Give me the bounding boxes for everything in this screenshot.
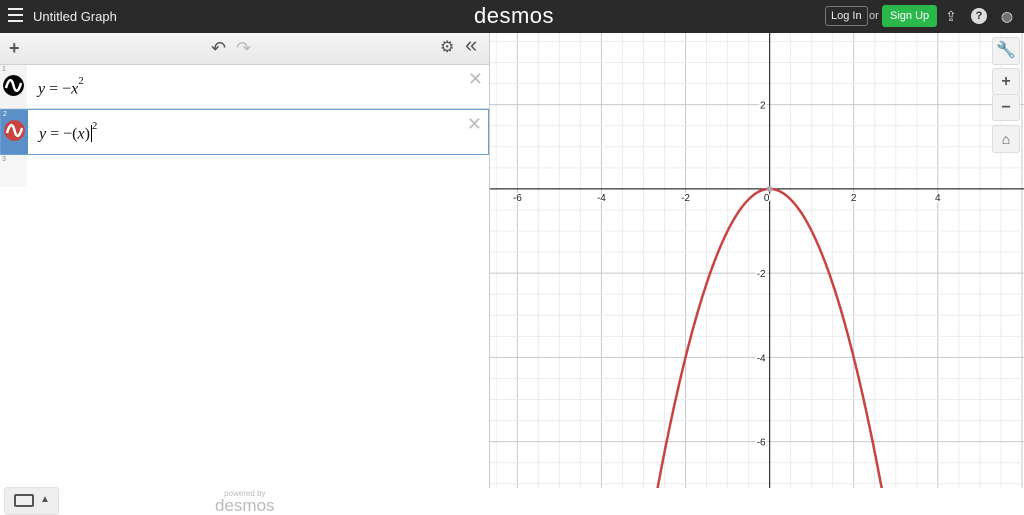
delete-expression-icon[interactable]: ✕ [468,69,483,90]
home-icon[interactable]: ⌂ [992,125,1020,153]
x-tick-label: 0 [764,193,770,204]
top-bar: Untitled Graph desmos Log In or Sign Up … [0,0,1024,33]
delete-expression-icon[interactable]: ✕ [467,114,482,135]
share-icon[interactable]: ⇪ [943,8,959,24]
y-tick-label: 2 [760,101,766,112]
expression-index: 2 [3,111,7,118]
menu-icon[interactable] [8,8,23,23]
signup-button[interactable]: Sign Up [882,5,938,27]
graph-toggle-icon[interactable] [3,75,24,96]
add-expression-button[interactable]: + [9,38,20,58]
expression-index: 1 [2,66,6,73]
x-tick-label: -2 [681,193,690,204]
graph-settings-wrench-icon[interactable]: 🔧 [992,37,1020,65]
y-tick-label: -4 [757,353,766,364]
y-tick-label: -2 [757,269,766,280]
powered-by-brand: desmos [215,496,275,515]
graph-canvas[interactable]: -6 -4 -2 0 2 4 2 -2 -4 -6 [490,33,1024,488]
graph-toggle-icon[interactable] [4,120,25,141]
x-tick-label: 4 [935,193,941,204]
zoom-out-button[interactable]: − [992,94,1020,121]
expression-panel: + ↶ ↷ ⚙ « 1 y = −x2 ✕ 2 y = −(x) 2 ✕ 3 ▲ … [0,33,490,515]
undo-button[interactable]: ↶ [211,38,226,58]
expression-row-2[interactable]: 2 y = −(x) 2 ✕ [0,109,489,155]
caret-up-icon: ▲ [40,494,50,505]
help-icon[interactable]: ? [971,8,987,24]
expression-row-1[interactable]: 1 y = −x2 ✕ [0,65,489,109]
desmos-logo: desmos [474,3,555,28]
expression-math[interactable]: y = −x2 [38,75,84,98]
keyboard-icon [14,494,34,507]
x-tick-label: -4 [597,193,606,204]
redo-button[interactable]: ↷ [236,38,251,58]
powered-by-label: powered by [224,489,266,498]
settings-gear-icon[interactable]: ⚙ [440,38,454,58]
expression-index: 3 [2,156,6,163]
x-tick-label: 2 [851,193,857,204]
zoom-in-button[interactable]: + [992,68,1020,95]
x-tick-label: -6 [513,193,522,204]
graph-title[interactable]: Untitled Graph [33,9,117,24]
vertex-point [766,185,773,192]
collapse-panel-button[interactable]: « [465,34,477,56]
y-tick-label: -6 [757,438,766,449]
powered-by-desmos[interactable]: powered by desmos [215,489,275,514]
expression-toolbar: + ↶ ↷ ⚙ « [0,33,489,65]
login-button[interactable]: Log In [825,6,868,26]
or-label: or [869,10,879,22]
keypad-toggle-button[interactable]: ▲ [4,487,59,515]
expression-math[interactable]: y = −(x) 2 [39,120,97,143]
globe-icon[interactable]: ◍ [999,8,1015,24]
expression-row-3[interactable]: 3 [0,155,489,488]
